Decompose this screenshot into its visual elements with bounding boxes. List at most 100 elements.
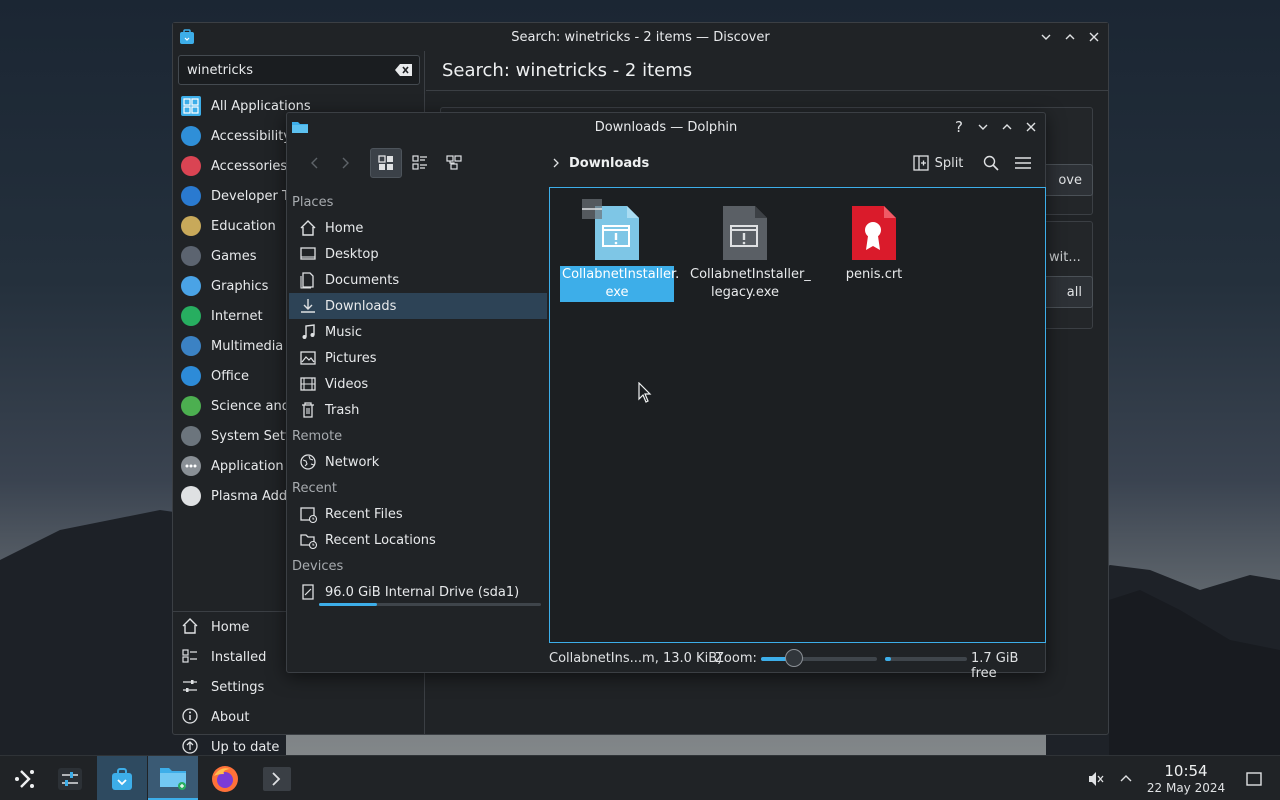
terminal-icon [263, 766, 291, 791]
digital-clock[interactable]: 10:54 22 May 2024 [1140, 762, 1232, 796]
file-item[interactable]: penis.crt [817, 200, 931, 284]
volume-muted-icon [1089, 771, 1104, 786]
forward-button[interactable] [331, 148, 359, 178]
toolbox-icon [181, 156, 201, 176]
minimize-button[interactable] [1038, 29, 1054, 45]
firefox-task[interactable] [200, 756, 250, 800]
office-icon [181, 366, 201, 386]
system-settings-icon [181, 426, 201, 446]
dolphin-task[interactable] [148, 756, 198, 800]
developer-icon [181, 186, 201, 206]
dolphin-titlebar[interactable]: Downloads — Dolphin ? [287, 113, 1045, 141]
category-label: System Setti [211, 428, 294, 444]
multimedia-icon [181, 336, 201, 356]
category-label: Application A [211, 458, 297, 474]
info-icon [181, 707, 201, 727]
result-description: wit... [1049, 250, 1081, 265]
nav-item-about[interactable]: About [173, 702, 425, 732]
discover-icon [112, 767, 132, 790]
place-label: Recent Files [325, 506, 403, 522]
file-item[interactable]: CollabnetInstaller_ legacy.exe [688, 200, 811, 302]
place-item-documents[interactable]: Documents [287, 267, 549, 293]
chevron-up-icon [1120, 774, 1132, 781]
place-label: Desktop [325, 246, 379, 262]
back-button[interactable] [301, 148, 329, 178]
category-label: Accessibility [211, 128, 291, 144]
status-text: CollabnetIns...m, 13.0 KiB) [549, 651, 723, 666]
details-view-button[interactable] [439, 148, 469, 178]
split-button[interactable]: Split [909, 148, 967, 178]
system-settings-task[interactable] [45, 756, 95, 800]
category-label: Multimedia [211, 338, 284, 354]
folder-icon [160, 768, 186, 790]
zoom-slider-handle[interactable] [785, 649, 803, 667]
category-label: Games [211, 248, 257, 264]
trash-icon [299, 401, 317, 419]
certificate-icon [850, 200, 898, 262]
gamepad-icon [181, 246, 201, 266]
documents-icon [299, 271, 317, 289]
category-label: Accessories [211, 158, 288, 174]
place-item-downloads[interactable]: Downloads [289, 293, 547, 319]
status-bar: CollabnetIns...m, 13.0 KiB) Zoom: 1.7 Gi… [549, 645, 1046, 681]
help-button[interactable]: ? [951, 118, 967, 136]
show-desktop-button[interactable] [1234, 756, 1274, 800]
minimize-button[interactable] [975, 119, 991, 135]
drive-icon [299, 583, 317, 601]
file-name: CollabnetInstaller. exe [560, 266, 679, 302]
breadcrumb-current[interactable]: Downloads [569, 156, 649, 171]
taskbar: 10:54 22 May 2024 [0, 755, 1280, 800]
zoom-label: Zoom: [715, 651, 757, 666]
places-section-header: Places [292, 194, 334, 210]
discover-app-icon [180, 29, 194, 44]
discover-titlebar[interactable]: Search: winetricks - 2 items — Discover [173, 23, 1108, 51]
nav-item-label: Settings [211, 679, 265, 695]
place-item-96-0-gib-internal-drive-sda1-[interactable]: 96.0 GiB Internal Drive (sda1) [287, 579, 549, 605]
dolphin-window: Downloads — Dolphin ? Downloads Split Pl… [286, 112, 1046, 681]
place-item-recent-locations[interactable]: Recent Locations [287, 527, 549, 553]
install-button[interactable]: all [1041, 276, 1093, 308]
maximize-button[interactable] [999, 119, 1015, 135]
file-name-line: exe [605, 285, 629, 300]
clock-time: 10:54 [1164, 762, 1208, 780]
file-name: penis.crt [817, 266, 931, 284]
place-item-music[interactable]: Music [287, 319, 549, 345]
nav-item-settings[interactable]: Settings [173, 672, 425, 702]
search-button[interactable] [977, 148, 1005, 178]
file-item[interactable]: CollabnetInstaller. exe [560, 199, 679, 302]
place-item-network[interactable]: Network [287, 449, 549, 475]
konsole-task[interactable] [252, 756, 302, 800]
home-icon [181, 617, 201, 637]
place-item-videos[interactable]: Videos [287, 371, 549, 397]
icons-view-button[interactable] [370, 148, 402, 178]
window-title: Search: winetricks - 2 items — Discover [511, 29, 770, 45]
discover-task[interactable] [97, 756, 147, 800]
chevron-right-icon [553, 158, 559, 168]
place-item-home[interactable]: Home [287, 215, 549, 241]
show-desktop-icon [1246, 771, 1262, 786]
clear-search-icon[interactable] [395, 63, 413, 77]
application-launcher[interactable] [0, 756, 50, 800]
compact-view-button[interactable] [405, 148, 435, 178]
drive-usage-fill [319, 603, 377, 606]
close-button[interactable] [1023, 119, 1039, 135]
place-item-recent-files[interactable]: Recent Files [287, 501, 549, 527]
breadcrumb[interactable]: Downloads [551, 148, 649, 178]
search-input[interactable]: winetricks [178, 55, 420, 85]
accessibility-icon [181, 126, 201, 146]
place-label: Videos [325, 376, 369, 392]
nav-item-label: Installed [211, 649, 267, 665]
file-name-line: penis.crt [845, 267, 903, 282]
remove-button[interactable]: ove [1041, 164, 1093, 196]
clock-date: 22 May 2024 [1146, 781, 1226, 795]
place-item-trash[interactable]: Trash [287, 397, 549, 423]
videos-icon [299, 375, 317, 393]
place-item-desktop[interactable]: Desktop [287, 241, 549, 267]
more-icon [181, 456, 201, 476]
file-view[interactable]: CollabnetInstaller. exe CollabnetInstall… [549, 187, 1046, 643]
menu-button[interactable] [1009, 148, 1037, 178]
close-button[interactable] [1086, 29, 1102, 45]
zoom-slider[interactable] [761, 649, 877, 667]
place-item-pictures[interactable]: Pictures [287, 345, 549, 371]
maximize-button[interactable] [1062, 29, 1078, 45]
